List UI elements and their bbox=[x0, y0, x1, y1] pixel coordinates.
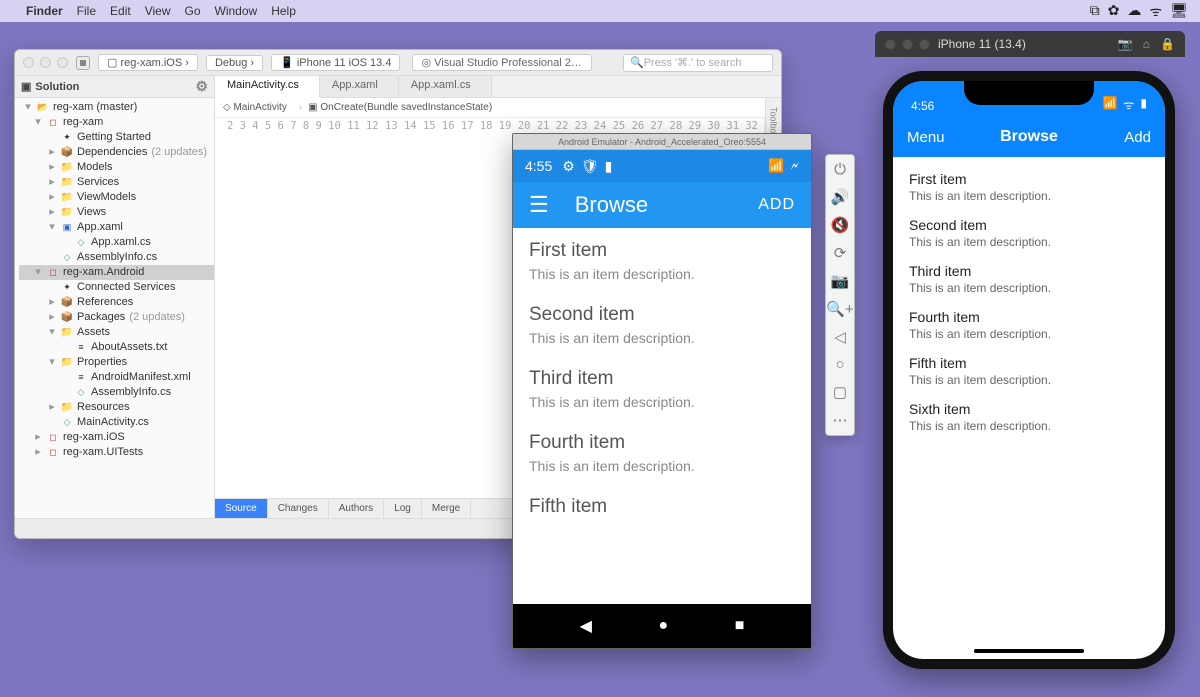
run-device[interactable]: 📱 iPhone 11 iOS 13.4 bbox=[271, 54, 400, 71]
global-search[interactable]: 🔍 Press '⌘.' to search bbox=[623, 54, 773, 72]
list-item[interactable]: Second itemThis is an item description. bbox=[513, 292, 811, 356]
wifi-icon: ᯤ bbox=[1123, 96, 1134, 113]
menubar-item-go[interactable]: Go bbox=[185, 4, 201, 18]
emulator-control-icon[interactable]: 🔍+ bbox=[826, 300, 853, 318]
ios-nav-bar: Menu Browse Add bbox=[893, 117, 1165, 157]
wifi-icon: 📶 bbox=[768, 158, 784, 174]
list-item[interactable]: Second itemThis is an item description. bbox=[893, 209, 1165, 255]
footer-authors[interactable]: Authors bbox=[329, 499, 384, 518]
emulator-control-icon[interactable]: ▢ bbox=[833, 383, 847, 401]
list-item[interactable]: Fifth item bbox=[513, 484, 811, 528]
window-traffic-lights[interactable] bbox=[23, 57, 68, 68]
status-icon[interactable]: ☁ bbox=[1127, 2, 1141, 21]
shield-icon: 🛡 bbox=[581, 158, 599, 175]
footer-log[interactable]: Log bbox=[384, 499, 422, 518]
solution-settings-icon[interactable]: ⚙ bbox=[195, 78, 208, 95]
android-list[interactable]: First itemThis is an item description.Se… bbox=[513, 228, 811, 604]
list-item[interactable]: Fourth itemThis is an item description. bbox=[893, 301, 1165, 347]
ios-nav-left[interactable]: Menu bbox=[907, 129, 945, 146]
run-configuration[interactable]: Debug › bbox=[206, 55, 263, 71]
tab-appxaml[interactable]: App.xaml bbox=[320, 76, 399, 97]
macos-menubar[interactable]: Finder File Edit View Go Window Help ⧉ ✿… bbox=[0, 0, 1200, 22]
list-item[interactable]: Third itemThis is an item description. bbox=[893, 255, 1165, 301]
menubar-item-file[interactable]: File bbox=[77, 4, 96, 18]
emulator-control-icon[interactable]: 🔇 bbox=[831, 216, 850, 234]
emulator-control-icon[interactable]: ⟳ bbox=[834, 244, 847, 262]
settings-icon: ⚙ bbox=[562, 158, 575, 175]
ide-title: ◎ Visual Studio Professional 2019 for Ma… bbox=[412, 54, 592, 71]
list-item[interactable]: Fourth itemThis is an item description. bbox=[513, 420, 811, 484]
menubar-app-name[interactable]: Finder bbox=[26, 4, 63, 18]
menubar-item-view[interactable]: View bbox=[145, 4, 171, 18]
emulator-control-icon[interactable]: ○ bbox=[835, 356, 844, 373]
ios-simulator-window: iPhone 11 (13.4) 📷 ⌂ 🔒 4:56 📶 ᯤ ▮ Menu B… bbox=[875, 31, 1185, 671]
android-app-bar: ☰ Browse ADD bbox=[513, 182, 811, 228]
solution-tree[interactable]: ▾📂reg-xam (master) ▾◻reg-xam ✦Getting St… bbox=[15, 98, 214, 518]
status-icon[interactable]: ⧉ bbox=[1090, 2, 1100, 21]
editor-tabs[interactable]: MainActivity.cs App.xaml App.xaml.cs bbox=[215, 76, 781, 98]
footer-merge[interactable]: Merge bbox=[422, 499, 471, 518]
emulator-control-icon[interactable]: ⋯ bbox=[833, 411, 848, 429]
recent-icon[interactable]: ■ bbox=[735, 617, 745, 635]
stop-button[interactable] bbox=[76, 56, 90, 70]
solution-explorer: ▣ Solution ⚙ ▾📂reg-xam (master) ▾◻reg-xa… bbox=[15, 76, 215, 518]
emulator-control-icon[interactable]: 🔊 bbox=[831, 188, 850, 206]
android-emulator: Android Emulator - Android_Accelerated_O… bbox=[512, 133, 812, 649]
tab-appxamlcs[interactable]: App.xaml.cs bbox=[399, 76, 492, 97]
lock-icon[interactable]: 🔒 bbox=[1160, 37, 1175, 51]
home-indicator[interactable] bbox=[974, 649, 1084, 653]
vs-toolbar: ▢ reg-xam.iOS › Debug › 📱 iPhone 11 iOS … bbox=[15, 50, 781, 76]
hamburger-icon[interactable]: ☰ bbox=[529, 192, 549, 218]
list-item[interactable]: First itemThis is an item description. bbox=[513, 228, 811, 292]
emulator-control-icon[interactable]: ⏻ bbox=[834, 161, 846, 178]
menubar-item-help[interactable]: Help bbox=[271, 4, 296, 18]
list-item[interactable]: First itemThis is an item description. bbox=[893, 163, 1165, 209]
android-status-bar: 4:55 ⚙ 🛡 ▮ 📶 🗲 bbox=[513, 150, 811, 182]
android-clock: 4:55 bbox=[525, 158, 552, 174]
emulator-control-icon[interactable]: 📷 bbox=[831, 272, 850, 290]
footer-source[interactable]: Source bbox=[215, 499, 268, 518]
iphone-notch bbox=[964, 81, 1094, 105]
android-nav-bar[interactable]: ◀ ● ■ bbox=[513, 604, 811, 648]
screenshot-icon[interactable]: 📷 bbox=[1118, 37, 1133, 51]
list-item[interactable]: Fifth itemThis is an item description. bbox=[893, 347, 1165, 393]
signal-icon: 📶 bbox=[1102, 96, 1117, 113]
home-icon[interactable]: ● bbox=[658, 617, 668, 635]
menubar-item-window[interactable]: Window bbox=[215, 4, 258, 18]
iphone-frame: 4:56 📶 ᯤ ▮ Menu Browse Add First itemThi… bbox=[883, 71, 1175, 669]
sim-titlebar[interactable]: iPhone 11 (13.4) 📷 ⌂ 🔒 bbox=[875, 31, 1185, 57]
solution-header: ▣ Solution ⚙ bbox=[15, 76, 214, 98]
ios-list[interactable]: First itemThis is an item description.Se… bbox=[893, 157, 1165, 445]
status-icon[interactable]: 🖥 bbox=[1170, 2, 1188, 21]
emulator-control-icon[interactable]: ◁ bbox=[834, 328, 846, 346]
back-icon[interactable]: ◀ bbox=[580, 616, 592, 636]
android-title: Browse bbox=[575, 192, 648, 218]
android-window-title: Android Emulator - Android_Accelerated_O… bbox=[513, 134, 811, 150]
sim-title: iPhone 11 (13.4) bbox=[938, 37, 1026, 51]
ios-clock: 4:56 bbox=[911, 99, 934, 113]
footer-changes[interactable]: Changes bbox=[268, 499, 329, 518]
project-android[interactable]: ▾◻reg-xam.Android bbox=[19, 265, 214, 280]
battery-icon: ▮ bbox=[1140, 96, 1147, 113]
battery-icon: 🗲 bbox=[790, 158, 799, 174]
list-item[interactable]: Third itemThis is an item description. bbox=[513, 356, 811, 420]
ios-nav-right[interactable]: Add bbox=[1124, 129, 1151, 146]
editor-breadcrumb[interactable]: ◇ MainActivity ▣ OnCreate(Bundle savedIn… bbox=[215, 98, 781, 118]
run-target-project[interactable]: ▢ reg-xam.iOS › bbox=[98, 54, 198, 71]
status-icon[interactable]: ᯤ bbox=[1149, 2, 1162, 21]
list-item[interactable]: Sixth itemThis is an item description. bbox=[893, 393, 1165, 439]
status-icon[interactable]: ✿ bbox=[1108, 2, 1120, 21]
home-icon[interactable]: ⌂ bbox=[1143, 37, 1150, 51]
tab-mainactivity[interactable]: MainActivity.cs bbox=[215, 76, 320, 98]
android-add-button[interactable]: ADD bbox=[758, 196, 795, 214]
menubar-item-edit[interactable]: Edit bbox=[110, 4, 131, 18]
emulator-toolbar[interactable]: ⏻ 🔊 🔇 ⟳ 📷 🔍+ ◁ ○ ▢ ⋯ bbox=[825, 154, 855, 436]
battery-icon: ▮ bbox=[605, 158, 613, 175]
